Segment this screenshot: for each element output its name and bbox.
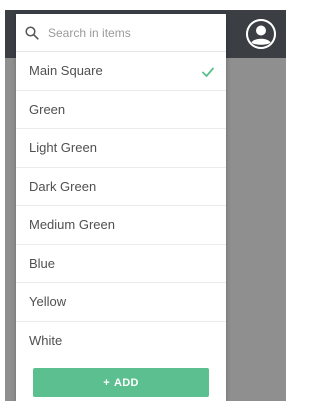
list-item[interactable]: Green (16, 91, 226, 129)
list-item-label: Blue (29, 255, 56, 271)
list-item-label: Green (29, 101, 66, 117)
list-item[interactable]: Main Square (16, 52, 226, 91)
list-item-label: White (29, 333, 63, 349)
search-bar (16, 14, 226, 52)
list-item[interactable]: Blue (16, 245, 226, 283)
check-icon (202, 65, 214, 77)
list-item[interactable]: Yellow (16, 283, 226, 322)
user-avatar-icon[interactable] (246, 19, 276, 49)
list-item[interactable]: Dark Green (16, 168, 226, 206)
list-item[interactable]: White (16, 322, 226, 361)
items-dropdown: Main Square Green Light Green Dark Green… (16, 14, 226, 401)
search-input[interactable] (48, 23, 218, 43)
add-button[interactable]: + ADD (33, 368, 209, 397)
add-button-label: ADD (114, 376, 139, 389)
list-item[interactable]: Light Green (16, 129, 226, 168)
list-item[interactable]: Medium Green (16, 206, 226, 245)
item-list: Main Square Green Light Green Dark Green… (16, 52, 226, 360)
list-item-label: Light Green (29, 140, 97, 156)
plus-icon: + (103, 376, 110, 389)
list-item-label: Medium Green (29, 217, 115, 233)
list-item-label: Dark Green (29, 178, 97, 194)
list-item-label: Yellow (29, 294, 67, 310)
search-icon (25, 26, 39, 40)
list-item-label: Main Square (29, 63, 103, 79)
app-frame: Main Square Green Light Green Dark Green… (0, 0, 286, 401)
